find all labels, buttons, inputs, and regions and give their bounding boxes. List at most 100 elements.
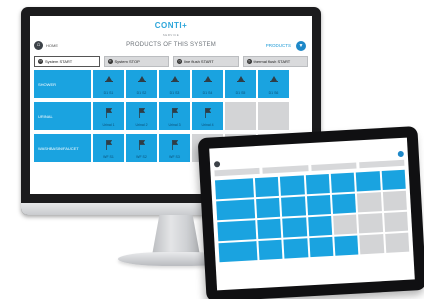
row-header-shower[interactable]: SHOWER (34, 70, 91, 98)
product-tile[interactable]: D1 S4 (192, 70, 223, 98)
tablet-command-button[interactable] (262, 165, 309, 174)
tablet-product-tile[interactable] (305, 174, 330, 195)
power-icon: ⏻ (107, 59, 113, 64)
shower-icon (203, 76, 212, 82)
product-row-urinal: URINAL Urinal 1 Urinal 2 Urinal 3 Urinal… (34, 102, 289, 130)
system-stop-label: System STOP (114, 59, 140, 64)
tablet-product-tile[interactable] (309, 236, 334, 258)
shower-icon (104, 76, 113, 82)
tile-label: D1 S3 (169, 91, 180, 95)
tile-label: WF S1 (103, 155, 114, 159)
product-tile[interactable]: D1 S5 (225, 70, 256, 98)
tablet-row-header[interactable] (217, 220, 257, 242)
line-flush-start-button[interactable]: ◷ line flush START (173, 56, 239, 67)
product-tile[interactable]: Urinal 1 (93, 102, 124, 130)
faucet-icon (138, 140, 145, 150)
brand-subtitle: SERVICE (162, 33, 180, 37)
faucet-icon (105, 140, 112, 150)
shower-icon (236, 76, 245, 82)
tablet-product-tile[interactable] (257, 218, 282, 240)
tile-label: Urinal 3 (168, 123, 181, 127)
tile-label: Urinal 4 (201, 123, 214, 127)
system-stop-button[interactable]: ⏻ System STOP (103, 56, 169, 67)
product-tile[interactable]: D1 S1 (93, 70, 124, 98)
tile-label: D1 S2 (136, 91, 147, 95)
tablet-empty-tile (359, 234, 384, 255)
tablet-screen (209, 137, 415, 291)
tablet-product-tile[interactable] (281, 196, 306, 217)
row-header-urinal[interactable]: URINAL (34, 102, 91, 130)
products-link[interactable]: PRODUCTS (266, 43, 291, 48)
thermal-flush-label: thermal flush START (253, 59, 291, 64)
tablet-product-tile[interactable] (282, 217, 307, 238)
tablet-product-tile[interactable] (280, 175, 305, 196)
brand-logo: CONTI+ (154, 21, 188, 30)
tablet-command-button[interactable] (310, 162, 357, 171)
tile-label: WF S2 (136, 155, 147, 159)
product-tile[interactable]: WF S2 (126, 134, 157, 162)
tablet-empty-tile (384, 232, 410, 253)
tile-label: Urinal 2 (135, 123, 148, 127)
power-icon: ⏻ (38, 59, 43, 64)
product-tile[interactable]: D1 S3 (159, 70, 190, 98)
tablet-product-tile[interactable] (256, 197, 281, 219)
tablet-product-tile[interactable] (330, 172, 356, 193)
products-icon[interactable] (397, 150, 404, 158)
tablet-brand-logo (209, 142, 407, 153)
home-icon[interactable] (213, 161, 221, 168)
thermal-flush-start-button[interactable]: ◷ thermal flush START (242, 56, 308, 67)
tablet-product-tile[interactable] (356, 171, 381, 192)
tablet-row-header[interactable] (214, 178, 254, 200)
product-tile[interactable]: Urinal 3 (159, 102, 190, 130)
urinal-icon (105, 108, 112, 118)
tablet-empty-tile (357, 192, 382, 213)
product-tile[interactable]: WF S3 (159, 134, 190, 162)
tile-label: WF S3 (169, 155, 180, 159)
products-icon[interactable]: ▼ (296, 41, 306, 51)
product-tile[interactable]: Urinal 2 (126, 102, 157, 130)
tile-label: D1 S1 (103, 91, 114, 95)
product-tile[interactable]: Urinal 4 (192, 102, 223, 130)
tile-label: D1 S4 (202, 91, 213, 95)
tablet-product-tile[interactable] (254, 176, 280, 198)
tablet-row-header[interactable] (216, 199, 256, 221)
tablet-empty-tile (333, 214, 358, 235)
tile-label: D1 S6 (268, 91, 279, 95)
tablet-product-tile[interactable] (258, 239, 283, 261)
tile-label: D1 S5 (235, 91, 246, 95)
tablet-product-tile[interactable] (307, 215, 333, 237)
tile-label: Urinal 1 (102, 123, 115, 127)
product-tile[interactable]: D1 S6 (258, 70, 289, 98)
shower-icon (269, 76, 278, 82)
monitor-stand-neck (152, 215, 200, 255)
tablet-empty-tile (383, 211, 409, 232)
tablet-product-tile[interactable] (334, 235, 359, 256)
faucet-icon (171, 140, 178, 150)
timer-icon: ◷ (246, 59, 252, 64)
tablet-product-tile[interactable] (331, 193, 357, 214)
system-start-button[interactable]: ⏻ System START (34, 56, 100, 67)
product-tile[interactable]: D1 S2 (126, 70, 157, 98)
tablet-empty-tile (382, 190, 407, 211)
tablet-product-tile[interactable] (283, 238, 309, 259)
empty-tile (258, 102, 289, 130)
product-tile[interactable]: WF S1 (93, 134, 124, 162)
tablet-row-header[interactable] (218, 241, 258, 263)
shower-icon (170, 76, 179, 82)
product-row-shower: SHOWER D1 S1 D1 S2 D1 S3 D1 S4 D1 S5 D1 … (34, 70, 289, 98)
empty-tile (225, 102, 256, 130)
urinal-icon (204, 108, 211, 118)
tablet-command-button[interactable] (214, 167, 260, 177)
tablet-device (197, 125, 424, 299)
row-header-washbasin[interactable]: WASHBASIN/FAUCET (34, 134, 91, 162)
shower-icon (137, 76, 146, 82)
urinal-icon (171, 108, 178, 118)
tablet-product-grid (214, 169, 410, 263)
urinal-icon (138, 108, 145, 118)
tablet-command-button[interactable] (358, 159, 405, 169)
timer-icon: ◷ (177, 59, 182, 64)
tablet-product-tile[interactable] (381, 169, 406, 191)
system-start-label: System START (45, 59, 73, 64)
command-bar: ⏻ System START ⏻ System STOP ◷ line flus… (34, 56, 308, 67)
tablet-product-tile[interactable] (306, 194, 332, 216)
